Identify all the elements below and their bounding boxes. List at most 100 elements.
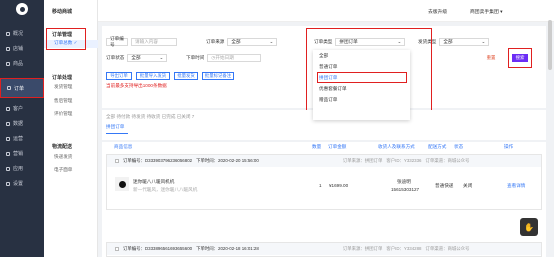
export-tip: 当前最多支持导出1000条数据 (106, 83, 167, 88)
order-time: 下单时间：2020-02-18 16:01:28 (196, 246, 259, 251)
highlight-box (317, 72, 407, 83)
scrollbar[interactable] (548, 20, 552, 70)
product-name[interactable]: 迷你暖八八暖风机机 (133, 179, 174, 185)
sidebar-item-apps[interactable]: 应用 (0, 163, 44, 174)
order-checkbox[interactable] (115, 247, 119, 251)
order-number: 订单编号：D333903796236056802 (123, 158, 193, 163)
customer-id: 客户ID：Y332336 (386, 158, 422, 163)
submenu-item-eorder[interactable]: 电子面单 (44, 167, 98, 173)
sub-menu: 移动商城 订单管理 订单总数 ✓ 订单处理 发货管理 售后管理 评价管理 物流配… (44, 0, 98, 257)
account-menu[interactable]: 商团卖手集团 ▾ (470, 8, 503, 15)
submenu-title: 移动商城 (52, 9, 73, 15)
dropdown-option-gift[interactable]: 赠品订单 (313, 94, 410, 105)
tab-group-order[interactable]: 拼团订单 (106, 124, 124, 130)
source-label: 订单来源 (206, 39, 225, 44)
ship-method: 普通快递 (435, 183, 454, 188)
brand-logo[interactable] (16, 3, 28, 15)
receiver-name: 张迪明 (397, 179, 411, 184)
order-status: 关闭 (463, 183, 473, 188)
export-button[interactable]: 导出订单 (106, 72, 132, 80)
data-icon (6, 121, 10, 126)
highlight-box (508, 48, 532, 68)
order-header: 订单编号：D333903796236056802 下单时间：2020-02-20… (107, 155, 541, 167)
product-spec: 新一代暖风，迷你暖八八暖风机 (133, 187, 198, 192)
sidebar-item-operation[interactable]: 运营 (0, 133, 44, 144)
goods-icon (6, 61, 10, 66)
submenu-item-aftersale[interactable]: 售后管理 (44, 98, 98, 104)
chevron-down-icon: ⌄ (269, 39, 274, 44)
order-header: 订单编号：D333896561693655600 下单时间：2020-02-18… (107, 243, 541, 255)
order-channel: 订单渠道：商城公众号 (425, 158, 470, 163)
col-receiver: 收货人及联系方式 (378, 144, 415, 149)
col-qty: 数量 (312, 144, 322, 149)
sidebar-item-data[interactable]: 数据 (0, 118, 44, 129)
group-logistics: 物流配送 (52, 144, 73, 150)
sidebar-item-orders[interactable]: 订单 (0, 78, 44, 98)
operation-icon (6, 136, 10, 141)
product-thumbnail (115, 177, 129, 191)
sidebar-item-settings[interactable]: 设置 (0, 178, 44, 189)
sidebar-item-overview[interactable]: 概况 (0, 28, 44, 39)
sidebar-item-customers[interactable]: 客户 (0, 103, 44, 114)
main-sidebar: 概况 店铺 商品 订单 客户 数据 运营 营销 应用 设置 (0, 0, 44, 257)
order-checkbox[interactable] (115, 159, 119, 163)
order-type-dropdown: 全部 普通订单 拼团订单 优惠套餐订单 赠品订单 (313, 50, 410, 120)
order-channel: 订单渠道：商城公众号 (425, 246, 470, 251)
order-no-select[interactable]: 订单编号 (106, 36, 128, 47)
tab-underline (106, 133, 128, 134)
sidebar-item-marketing[interactable]: 营销 (0, 148, 44, 159)
col-status: 状态 (454, 144, 464, 149)
batch-import-button[interactable]: 批量导入发货 (136, 72, 170, 80)
order-time: 下单时间：2020-02-20 15:56:00 (196, 158, 259, 163)
order-number: 订单编号：D333896561693655600 (123, 246, 193, 251)
group-order-process: 订单处理 (52, 75, 73, 81)
order-qty: 1 (319, 183, 322, 188)
reset-button[interactable]: 重置 (484, 54, 498, 62)
order-origin: 订单来源：拼团订单 (342, 158, 383, 163)
store-icon (6, 46, 10, 51)
sidebar-item-store[interactable]: 店铺 (0, 43, 44, 54)
sidebar-item-goods[interactable]: 商品 (0, 58, 44, 69)
order-no-input[interactable]: 请输入内容 (131, 38, 177, 46)
col-ship: 配送方式 (428, 144, 447, 149)
ship-select[interactable]: 全部 ⌄ (439, 38, 490, 46)
hand-icon: ✋ (524, 222, 534, 232)
dropdown-option-all[interactable]: 全部 (313, 50, 410, 61)
view-detail-link[interactable]: 查看详情 (507, 183, 525, 189)
order-list: 商品信息 数量 订单金额 收货人及联系方式 配送方式 状态 操作 订单编号：D3… (102, 142, 546, 257)
customer-icon (6, 106, 10, 111)
dropdown-option-bundle[interactable]: 优惠套餐订单 (313, 83, 410, 94)
submenu-item-express[interactable]: 快递发货 (44, 154, 98, 160)
submenu-item-review[interactable]: 评价管理 (44, 111, 98, 117)
batch-ship-button[interactable]: 批量发货 (174, 72, 198, 80)
col-amount: 订单金额 (328, 144, 347, 149)
top-bar: 去版升级 商团卖手集团 ▾ (98, 0, 554, 22)
receiver-phone: 15615303127 (391, 187, 420, 192)
chevron-down-icon: ⌄ (481, 39, 486, 44)
source-select[interactable]: 全部 ⌄ (227, 38, 278, 46)
status-select[interactable]: 全部 ⌄ (127, 54, 168, 62)
status-tabs[interactable]: 全部 待付款 待发货 待收货 已完成 已关闭 7 (106, 114, 194, 120)
status-label: 订单状态 (106, 55, 125, 60)
dropdown-option-normal[interactable]: 普通订单 (313, 61, 410, 72)
gear-icon (6, 181, 10, 186)
highlight-box (46, 28, 86, 50)
time-label: 下单时间 (186, 55, 205, 60)
orders-icon (7, 86, 11, 90)
overview-icon (6, 31, 10, 36)
customer-id: 客户ID：Y334288 (386, 246, 422, 251)
order-origin: 订单来源：拼团订单 (342, 246, 383, 251)
order-card: 订单编号：D333903796236056802 下单时间：2020-02-20… (106, 154, 542, 210)
apps-icon (6, 166, 10, 171)
col-op: 操作 (504, 144, 514, 149)
order-card: 订单编号：D333896561693655600 下单时间：2020-02-18… (106, 242, 542, 257)
start-date-input[interactable]: ◷ 开始日期 (207, 54, 262, 62)
batch-remark-button[interactable]: 批量标记备注 (202, 72, 234, 80)
chevron-down-icon: ⌄ (159, 55, 164, 60)
order-amount: ¥1699.00 (329, 183, 349, 188)
submenu-item-shipping[interactable]: 发货管理 (44, 84, 98, 90)
marketing-icon (6, 151, 10, 156)
upgrade-link[interactable]: 去版升级 (428, 8, 447, 15)
col-product: 商品信息 (114, 144, 133, 149)
float-action-button[interactable]: ✋ (520, 218, 538, 236)
